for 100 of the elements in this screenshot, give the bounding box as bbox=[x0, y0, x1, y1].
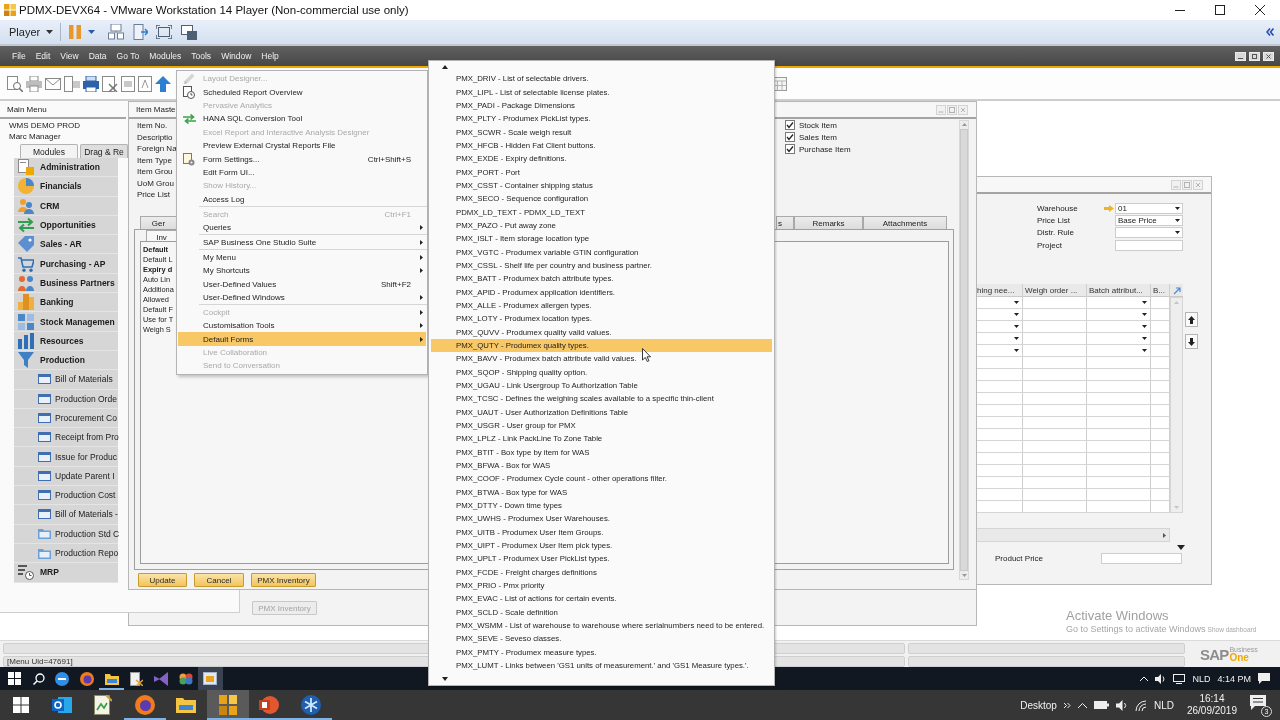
document-search-icon[interactable] bbox=[7, 75, 23, 92]
module-entry[interactable]: Bill of Materials bbox=[14, 370, 118, 390]
menu-item[interactable]: View bbox=[55, 51, 84, 61]
module-item[interactable]: Production bbox=[14, 350, 118, 371]
speaker-icon[interactable] bbox=[1155, 673, 1167, 684]
device-icon[interactable] bbox=[132, 24, 149, 40]
devices-icon[interactable] bbox=[64, 75, 80, 92]
menu-item[interactable]: My Menu bbox=[178, 250, 426, 264]
wifi-icon[interactable] bbox=[1134, 699, 1147, 711]
dropdown-field[interactable]: Base Price bbox=[1115, 214, 1183, 226]
tab[interactable]: Attachments bbox=[863, 216, 947, 229]
toolbar-label[interactable]: Desktop bbox=[1020, 699, 1057, 711]
menu-item[interactable]: Queries bbox=[178, 220, 426, 235]
document-icon[interactable] bbox=[121, 75, 135, 92]
dropdown-field[interactable] bbox=[1115, 227, 1183, 239]
menu-item[interactable]: Help bbox=[256, 51, 284, 61]
caret-down-icon[interactable] bbox=[1175, 206, 1180, 210]
module-entry[interactable]: Production Std C bbox=[14, 524, 118, 544]
tab[interactable]: s bbox=[776, 216, 794, 229]
menu-item[interactable]: Default Forms bbox=[178, 332, 426, 346]
clock-text[interactable]: 4:14 PM bbox=[1217, 673, 1251, 684]
monitor-icon[interactable] bbox=[1173, 673, 1186, 684]
caret-down-icon[interactable] bbox=[1175, 218, 1180, 222]
module-entry[interactable]: Production Orde bbox=[14, 389, 118, 409]
windows-stack-icon[interactable] bbox=[181, 24, 198, 40]
menu-item[interactable]: Window bbox=[216, 51, 257, 61]
module-entry[interactable]: Receipt from Pro bbox=[14, 428, 118, 448]
taskbar-button[interactable] bbox=[198, 667, 223, 690]
move-down-button[interactable] bbox=[1185, 334, 1198, 350]
printer-icon[interactable] bbox=[83, 75, 99, 92]
document-icon[interactable] bbox=[138, 75, 152, 92]
menu-item[interactable]: User-Defined Windows bbox=[178, 290, 426, 305]
menu-item[interactable]: Access Log bbox=[178, 192, 426, 206]
caret-down-icon[interactable] bbox=[1142, 337, 1147, 341]
caret-down-icon[interactable] bbox=[1014, 313, 1019, 317]
module-item[interactable]: CRM bbox=[14, 196, 118, 216]
caret-down-icon[interactable] bbox=[1142, 301, 1147, 305]
tab[interactable]: Modules bbox=[20, 144, 78, 158]
module-item[interactable]: Business Partners bbox=[14, 273, 118, 294]
minimize-icon[interactable] bbox=[1175, 9, 1185, 11]
fullscreen-icon[interactable] bbox=[156, 25, 173, 39]
module-item[interactable]: Opportunities bbox=[14, 215, 118, 236]
notification-icon[interactable] bbox=[1250, 695, 1266, 710]
menu-item[interactable]: Edit Form UI... bbox=[178, 165, 426, 180]
menu-item[interactable]: Data bbox=[83, 51, 112, 61]
caret-down-icon[interactable] bbox=[1014, 325, 1019, 329]
tab[interactable]: Remarks bbox=[794, 216, 863, 229]
module-entry[interactable]: Production Repo bbox=[14, 543, 118, 564]
move-up-button[interactable] bbox=[1185, 312, 1198, 328]
module-item[interactable]: Financials bbox=[14, 177, 118, 197]
player-menu-button[interactable]: Player bbox=[6, 22, 57, 42]
menu-item[interactable]: Edit bbox=[30, 51, 56, 61]
menu-item[interactable]: User-Defined Values Shift+F2 bbox=[178, 277, 426, 291]
printer-icon[interactable] bbox=[26, 75, 42, 92]
menu-item[interactable]: Customisation Tools bbox=[178, 319, 426, 333]
module-item[interactable]: Resources bbox=[14, 331, 118, 351]
input-field[interactable] bbox=[1115, 239, 1183, 251]
date-text[interactable]: 26/09/2019 bbox=[1186, 705, 1237, 717]
close-icon[interactable] bbox=[1255, 5, 1265, 15]
caret-up-icon[interactable] bbox=[1140, 676, 1149, 681]
form-button[interactable]: PMX Inventory bbox=[251, 573, 316, 587]
checkbox[interactable] bbox=[785, 132, 795, 142]
caret-down-icon[interactable] bbox=[1142, 325, 1147, 329]
minimize-icon[interactable] bbox=[1235, 51, 1246, 61]
clock-text[interactable]: 16:14 bbox=[1199, 693, 1225, 705]
tab[interactable]: Drag & Re bbox=[80, 144, 128, 158]
search-icon[interactable] bbox=[33, 672, 45, 685]
menu-item[interactable]: Scheduled Report Overview bbox=[178, 85, 426, 99]
menu-item[interactable]: Form Settings... Ctrl+Shift+S bbox=[178, 152, 426, 166]
menu-item[interactable]: Go To bbox=[111, 51, 145, 61]
menu-item[interactable]: Preview External Crystal Reports File bbox=[178, 138, 426, 153]
input-field[interactable] bbox=[1101, 553, 1182, 565]
caret-down-icon[interactable] bbox=[1014, 301, 1019, 305]
checkbox[interactable] bbox=[785, 120, 795, 130]
maximize-icon[interactable] bbox=[1215, 5, 1225, 15]
computers-icon[interactable] bbox=[108, 24, 125, 40]
module-entry[interactable]: Production Cost bbox=[14, 486, 118, 506]
restore-icon[interactable] bbox=[1249, 51, 1260, 61]
arrow-up-icon[interactable] bbox=[155, 75, 171, 92]
module-entry[interactable]: Update Parent I bbox=[14, 466, 118, 487]
speaker-icon[interactable] bbox=[1115, 699, 1128, 711]
module-entry[interactable]: Issue for Produc bbox=[14, 447, 118, 467]
caret-right-icon[interactable] bbox=[1163, 532, 1166, 538]
caret-down-icon[interactable] bbox=[1142, 313, 1147, 317]
caret-down-icon[interactable] bbox=[1014, 349, 1019, 353]
notification-icon[interactable] bbox=[1258, 673, 1270, 684]
dropdown-field[interactable]: 01 bbox=[1115, 202, 1183, 214]
envelope-icon[interactable] bbox=[45, 77, 61, 90]
module-item[interactable]: Banking bbox=[14, 293, 118, 313]
language-indicator[interactable]: NLD bbox=[1153, 699, 1174, 711]
caret-up-icon[interactable] bbox=[1077, 702, 1087, 708]
module-entry[interactable]: Bill of Materials - bbox=[14, 505, 118, 525]
windows-logo-icon[interactable] bbox=[7, 672, 21, 685]
scrollbar[interactable] bbox=[975, 528, 1170, 543]
menu-item[interactable]: HANA SQL Conversion Tool bbox=[178, 112, 426, 126]
pause-icon[interactable] bbox=[69, 25, 82, 39]
menu-item[interactable]: Tools bbox=[186, 51, 217, 61]
menu-item[interactable]: File bbox=[7, 51, 31, 61]
module-item[interactable]: Stock Managemen bbox=[14, 312, 118, 332]
windows-logo-icon[interactable] bbox=[12, 697, 29, 713]
